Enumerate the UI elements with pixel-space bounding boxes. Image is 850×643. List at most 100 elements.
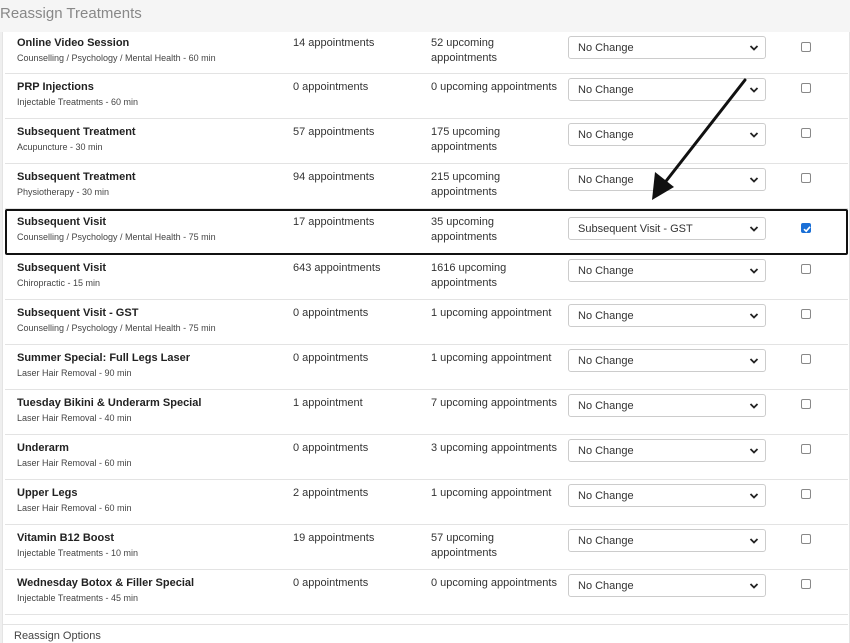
reassign-select-value: No Change: [578, 129, 634, 141]
appointments-count: 643 appointments: [293, 262, 381, 274]
treatment-category: Laser Hair Removal - 40 min: [17, 413, 132, 423]
reassign-select[interactable]: No Change: [568, 349, 766, 372]
appointments-count: 1 appointment: [293, 397, 363, 409]
treatment-category: Injectable Treatments - 60 min: [17, 97, 139, 107]
divider: [2, 624, 848, 625]
reassign-select[interactable]: No Change: [568, 36, 766, 59]
page-title: Reassign Treatments: [0, 5, 142, 22]
treatment-category: Injectable Treatments - 45 min: [17, 593, 139, 603]
reassign-select-value: No Change: [578, 400, 634, 412]
appointments-count: 19 appointments: [293, 532, 375, 544]
upcoming-appointments-count: 7 upcoming appointments: [431, 397, 557, 409]
treatment-category: Acupuncture - 30 min: [17, 142, 103, 152]
appointments-count: 0 appointments: [293, 442, 369, 454]
row-checkbox[interactable]: [801, 128, 811, 138]
row-checkbox[interactable]: [801, 534, 811, 544]
treatment-name: Subsequent Visit - GST: [17, 307, 139, 319]
reassign-select[interactable]: No Change: [568, 574, 766, 597]
chevron-down-icon: [749, 87, 759, 93]
upcoming-appointments-count: 1616 upcoming appointments: [431, 262, 507, 289]
row-checkbox[interactable]: [801, 354, 811, 364]
chevron-down-icon: [749, 313, 759, 319]
treatment-name: Subsequent Visit: [17, 216, 107, 228]
reassign-select[interactable]: No Change: [568, 123, 766, 146]
reassign-select-value: Subsequent Visit - GST: [578, 223, 693, 235]
reassign-select-value: No Change: [578, 580, 634, 592]
upcoming-appointments-count: 1 upcoming appointment: [431, 307, 552, 319]
row-checkbox[interactable]: [801, 444, 811, 454]
treatment-cell: Subsequent Treatment Acupuncture - 30 mi…: [17, 126, 136, 153]
row-checkbox[interactable]: [801, 173, 811, 183]
treatment-category: Chiropractic - 15 min: [17, 278, 101, 288]
table-row: Wednesday Botox & Filler Special Injecta…: [5, 570, 848, 615]
row-checkbox[interactable]: [801, 83, 811, 93]
row-checkbox[interactable]: [801, 489, 811, 499]
upcoming-appointments-count: 215 upcoming appointments: [431, 171, 501, 198]
reassign-select-value: No Change: [578, 84, 634, 96]
reassign-select[interactable]: No Change: [568, 484, 766, 507]
upcoming-appointments-count: 35 upcoming appointments: [431, 216, 498, 243]
row-checkbox[interactable]: [801, 579, 811, 589]
table-row: Underarm Laser Hair Removal - 60 min 0 a…: [5, 435, 848, 480]
reassign-select[interactable]: No Change: [568, 304, 766, 327]
reassign-select[interactable]: No Change: [568, 394, 766, 417]
upcoming-appointments-count: 1 upcoming appointment: [431, 352, 552, 364]
appointments-count: 0 appointments: [293, 307, 369, 319]
chevron-down-icon: [749, 358, 759, 364]
treatment-cell: Wednesday Botox & Filler Special Injecta…: [17, 577, 194, 604]
treatment-cell: Summer Special: Full Legs Laser Laser Ha…: [17, 352, 190, 379]
treatment-category: Counselling / Psychology / Mental Health…: [17, 53, 216, 63]
row-checkbox[interactable]: [801, 223, 811, 233]
treatment-category: Laser Hair Removal - 60 min: [17, 503, 132, 513]
check-icon: [803, 226, 811, 233]
dialog-header: Reassign Treatments: [0, 0, 850, 32]
reassign-select[interactable]: No Change: [568, 259, 766, 282]
upcoming-appointments-count: 57 upcoming appointments: [431, 532, 498, 559]
row-checkbox[interactable]: [801, 399, 811, 409]
upcoming-appointments-count: 3 upcoming appointments: [431, 442, 557, 454]
treatment-cell: Online Video Session Counselling / Psych…: [17, 37, 216, 64]
table-row: Subsequent Visit Counselling / Psycholog…: [5, 209, 848, 255]
reassign-select-value: No Change: [578, 445, 634, 457]
treatment-name: Vitamin B12 Boost: [17, 532, 114, 544]
chevron-down-icon: [749, 45, 759, 51]
reassign-select[interactable]: No Change: [568, 439, 766, 462]
reassign-select-value: No Change: [578, 490, 634, 502]
reassign-select[interactable]: No Change: [568, 78, 766, 101]
table-row: Subsequent Visit Chiropractic - 15 min 6…: [5, 255, 848, 300]
chevron-down-icon: [749, 132, 759, 138]
row-checkbox[interactable]: [801, 42, 811, 52]
table-row: Summer Special: Full Legs Laser Laser Ha…: [5, 345, 848, 390]
reassign-select-value: No Change: [578, 535, 634, 547]
treatment-name: Subsequent Treatment: [17, 171, 136, 183]
upcoming-appointments-count: 0 upcoming appointments: [431, 81, 557, 93]
treatment-category: Counselling / Psychology / Mental Health…: [17, 232, 216, 242]
chevron-down-icon: [749, 583, 759, 589]
table-row: Upper Legs Laser Hair Removal - 60 min 2…: [5, 480, 848, 525]
treatment-cell: Subsequent Visit - GST Counselling / Psy…: [17, 307, 216, 334]
appointments-count: 94 appointments: [293, 171, 375, 183]
reassign-select-value: No Change: [578, 355, 634, 367]
row-checkbox[interactable]: [801, 309, 811, 319]
table-row: Online Video Session Counselling / Psych…: [5, 32, 848, 74]
treatment-cell: Tuesday Bikini & Underarm Special Laser …: [17, 397, 201, 424]
treatment-cell: PRP Injections Injectable Treatments - 6…: [17, 81, 138, 108]
upcoming-appointments-count: 175 upcoming appointments: [431, 126, 501, 153]
reassign-select[interactable]: No Change: [568, 529, 766, 552]
treatment-name: Tuesday Bikini & Underarm Special: [17, 397, 202, 409]
treatment-name: Subsequent Treatment: [17, 126, 136, 138]
reassign-select-value: No Change: [578, 310, 634, 322]
treatment-name: Upper Legs: [17, 487, 78, 499]
appointments-count: 0 appointments: [293, 352, 369, 364]
reassign-select-value: No Change: [578, 174, 634, 186]
appointments-count: 0 appointments: [293, 81, 369, 93]
treatments-table: Online Video Session Counselling / Psych…: [2, 32, 850, 643]
treatment-cell: Underarm Laser Hair Removal - 60 min: [17, 442, 132, 469]
reassign-select[interactable]: No Change: [568, 168, 766, 191]
treatment-name: PRP Injections: [17, 81, 94, 93]
row-checkbox[interactable]: [801, 264, 811, 274]
treatment-cell: Subsequent Visit Counselling / Psycholog…: [17, 216, 216, 243]
reassign-select[interactable]: Subsequent Visit - GST: [568, 217, 766, 240]
table-row: Subsequent Treatment Acupuncture - 30 mi…: [5, 119, 848, 164]
treatment-category: Counselling / Psychology / Mental Health…: [17, 323, 216, 333]
